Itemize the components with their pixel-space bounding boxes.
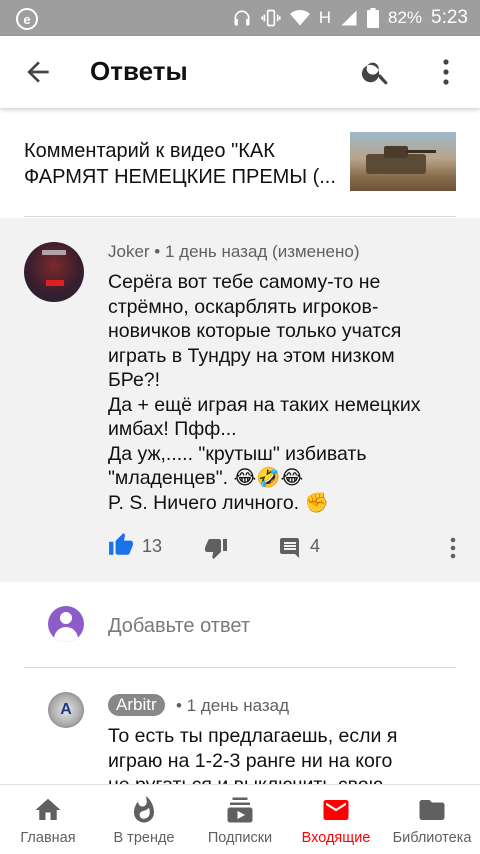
avatar-head-shape — [60, 612, 72, 624]
app-bar: Ответы — [0, 36, 480, 108]
comment-line: БРе?! — [108, 369, 161, 391]
video-reference[interactable]: Комментарий к видео "КАК ФАРМЯТ НЕМЕЦКИЕ… — [0, 108, 480, 218]
avatar[interactable]: A — [48, 692, 84, 728]
reply-count: 4 — [310, 536, 321, 556]
comment-meta: Joker • 1 день назад (изменено) — [108, 242, 360, 262]
video-title[interactable]: Комментарий к видео "КАК ФАРМЯТ НЕМЕЦКИЕ… — [24, 138, 344, 190]
tank-gun-shape — [406, 150, 436, 153]
like-icon[interactable] — [108, 532, 134, 563]
back-arrow-icon[interactable] — [22, 56, 54, 88]
video-thumbnail[interactable] — [350, 132, 456, 191]
avatar-detail — [42, 250, 66, 255]
nav-library[interactable]: Библиотека — [384, 785, 480, 854]
bottom-navigation: Главная В тренде Подписки Входящие Библи… — [0, 784, 480, 854]
signal-icon — [340, 9, 358, 27]
home-icon — [33, 795, 63, 830]
nav-label: Входящие — [301, 830, 371, 846]
nav-home[interactable]: Главная — [0, 785, 96, 854]
reply-author-chip[interactable]: Arbitr — [108, 694, 165, 716]
nav-subscriptions[interactable]: Подписки — [192, 785, 288, 854]
reply-text: То есть ты предлагаешь, если я играю на … — [108, 724, 460, 784]
comment-line: Серёга вот тебе самому-то не — [108, 271, 381, 293]
reply-comment: A Arbitr • 1 день назад То есть ты предл… — [0, 668, 480, 784]
reply-comment-icon[interactable] — [278, 536, 302, 565]
reply-input[interactable]: Добавьте ответ — [108, 615, 250, 638]
reply-line: То есть ты предлагаешь, если я — [108, 725, 398, 747]
more-vert-icon[interactable] — [434, 56, 458, 88]
comment-time: 1 день назад (изменено) — [164, 242, 360, 261]
reply-line: играю на 1-2-3 ранге ни на кого — [108, 749, 393, 772]
dislike-icon[interactable] — [204, 536, 228, 565]
comment-line: играть в Тундру на этом низком — [108, 344, 395, 367]
app-notification-icon: e — [16, 8, 38, 30]
comment-line: Да уж,..... "крутыш" избивать — [108, 442, 367, 465]
subscriptions-icon — [225, 795, 255, 830]
wifi-icon — [289, 9, 310, 27]
status-bar: e H 82% 5:23 — [0, 0, 480, 36]
meta-separator: • — [149, 242, 165, 261]
nav-inbox[interactable]: Входящие — [288, 785, 384, 854]
headphones-icon — [232, 8, 252, 28]
nav-label: Подписки — [207, 830, 273, 846]
reply-time: • 1 день назад — [176, 696, 290, 715]
comment-line: новичков которые только учатся — [108, 320, 402, 342]
main-comment: Joker • 1 день назад (изменено) Серёга в… — [0, 218, 480, 582]
comment-text: Серёга вот тебе самому-то не стрёмно, ос… — [108, 270, 460, 515]
nav-trending[interactable]: В тренде — [96, 785, 192, 854]
tank-turret-shape — [384, 146, 408, 158]
avatar[interactable] — [24, 242, 84, 302]
user-avatar — [48, 606, 84, 642]
inbox-mail-icon — [320, 795, 352, 830]
nav-label: Главная — [20, 830, 76, 846]
reply-line: не ругаться и выключить свою — [108, 773, 460, 784]
comment-line: имбах! Пфф... — [108, 418, 237, 440]
battery-icon — [366, 8, 379, 28]
like-count: 13 — [142, 536, 163, 556]
comment-author[interactable]: Joker — [108, 242, 150, 261]
add-reply-box[interactable]: Добавьте ответ — [0, 582, 480, 668]
fire-icon — [129, 795, 159, 830]
avatar-badge — [46, 280, 64, 286]
vibrate-icon — [261, 8, 281, 28]
clock: 5:23 — [431, 7, 468, 28]
folder-icon — [417, 795, 447, 830]
comment-line: "младенцев". 😂🤣😂 — [108, 467, 304, 489]
nav-label: В тренде — [113, 830, 175, 846]
page-title: Ответы — [90, 56, 188, 86]
comment-line: P. S. Ничего личного. ✊ — [108, 491, 329, 514]
comment-line: Да + ещё играя на таких немецких — [108, 393, 421, 416]
nav-label: Библиотека — [392, 830, 472, 846]
comment-line: стрёмно, оскарблять игроков- — [108, 295, 379, 318]
search-icon[interactable] — [360, 56, 392, 88]
more-vert-icon[interactable] — [448, 536, 458, 565]
comment-actions: 13 4 — [108, 532, 460, 562]
avatar-shoulders-shape — [54, 627, 78, 642]
network-type: H — [318, 8, 331, 27]
divider — [24, 216, 456, 217]
battery-percent: 82% — [387, 8, 423, 27]
